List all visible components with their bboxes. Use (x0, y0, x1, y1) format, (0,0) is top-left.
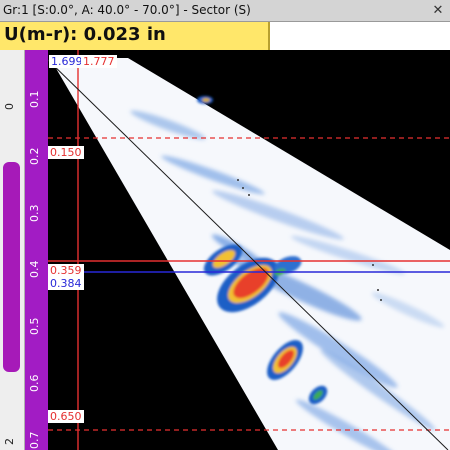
sector-scan-image (48, 50, 450, 450)
scale-tick-label: 0.2 (28, 147, 41, 166)
gate-slider[interactable] (3, 162, 20, 372)
top-ref-label-right: 1.777 (81, 55, 117, 68)
measurement-readout: U(m-r): 0.023 in (0, 22, 270, 50)
scale-tick-label: 0.5 (28, 317, 41, 336)
window-title: Gr:1 [S:0.0°, A: 40.0° - 70.0°] - Sector… (3, 3, 251, 17)
scale-tick-label: 0.3 (28, 204, 41, 223)
scale-tick-label: 0.4 (28, 260, 41, 279)
close-icon[interactable]: ✕ (430, 3, 446, 19)
sector-scan-view[interactable]: 1.699 1.777 0.150 0.359 0.384 0.650 (48, 50, 450, 450)
readout-value: U(m-r): 0.023 in (4, 24, 166, 45)
ruler-tick-label: 0 (3, 103, 16, 110)
window-titlebar: Gr:1 [S:0.0°, A: 40.0° - 70.0°] - Sector… (0, 0, 450, 22)
top-ref-label: 1.699 (49, 55, 85, 68)
lower-cursor-label: 0.650 (48, 410, 84, 423)
upper-cursor-label: 0.150 (48, 146, 84, 159)
blue-cursor-label: 0.384 (48, 277, 84, 290)
red-cursor-label: 0.359 (48, 264, 84, 277)
scale-tick-label: 0.1 (28, 90, 41, 109)
ruler-tick-label: 2 (3, 438, 16, 445)
scale-tick-label: 0.7 (28, 431, 41, 450)
left-ruler[interactable]: 0 1 2 (0, 50, 25, 450)
scale-tick-label: 0.6 (28, 374, 41, 393)
